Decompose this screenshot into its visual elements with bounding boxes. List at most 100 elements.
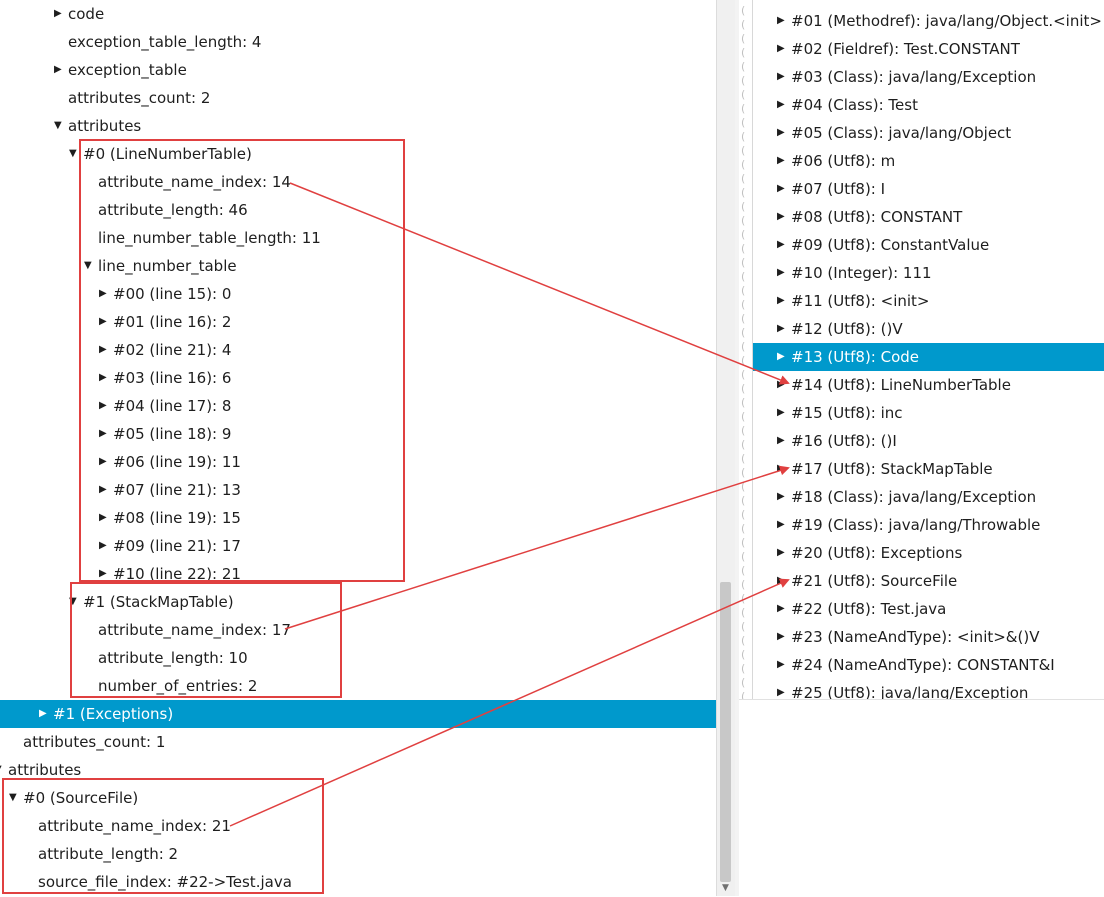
collapsed-arrow-icon[interactable]: ▶ [777,259,791,287]
tree-node[interactable]: ▼attributes [0,756,716,784]
tree-node[interactable]: attributes_count: 1 [0,728,716,756]
collapsed-arrow-icon[interactable]: ▶ [99,280,113,308]
tree-node[interactable]: ▼ #0 (SourceFile) [0,784,716,812]
tree-node[interactable]: ▶ exception_table [0,56,716,84]
tree-node[interactable]: attribute_length: 46 [0,196,716,224]
tree-node[interactable]: ▶ #08 (line 19): 15 [0,504,716,532]
constant-pool-entry[interactable]: ▶ #11 (Utf8): <init> [753,287,1104,315]
collapsed-arrow-icon[interactable]: ▶ [777,203,791,231]
collapsed-arrow-icon[interactable]: ▶ [777,567,791,595]
tree-node[interactable]: ▶ #03 (line 16): 6 [0,364,716,392]
collapsed-arrow-icon[interactable]: ▶ [99,448,113,476]
constant-pool-entry[interactable]: ▶ #22 (Utf8): Test.java [753,595,1104,623]
constant-pool-entry[interactable]: ▶ #16 (Utf8): ()I [753,427,1104,455]
tree-node[interactable]: ▶ #01 (line 16): 2 [0,308,716,336]
collapsed-arrow-icon[interactable]: ▶ [777,371,791,399]
constant-pool-entry[interactable]: ▶ #09 (Utf8): ConstantValue [753,231,1104,259]
tree-node[interactable]: exception_table_length: 4 [0,28,716,56]
tree-node[interactable]: attributes_count: 2 [0,84,716,112]
tree-node[interactable]: line_number_table_length: 11 [0,224,716,252]
collapsed-arrow-icon[interactable]: ▶ [777,511,791,539]
collapsed-arrow-icon[interactable]: ▶ [777,175,791,203]
constant-pool-entry[interactable]: ▶ #06 (Utf8): m [753,147,1104,175]
constant-pool-entry[interactable]: ▶ #05 (Class): java/lang/Object [753,119,1104,147]
constant-pool-entry[interactable]: ▶ #15 (Utf8): inc [753,399,1104,427]
collapsed-arrow-icon[interactable]: ▶ [99,308,113,336]
collapsed-arrow-icon[interactable]: ▶ [777,427,791,455]
collapsed-arrow-icon[interactable]: ▶ [99,420,113,448]
collapsed-arrow-icon[interactable]: ▶ [777,7,791,35]
collapsed-arrow-icon[interactable]: ▶ [777,63,791,91]
collapsed-arrow-icon[interactable]: ▶ [777,91,791,119]
expanded-arrow-icon[interactable]: ▼ [69,140,83,168]
constant-pool-entry[interactable]: ▶ #08 (Utf8): CONSTANT [753,203,1104,231]
tree-node[interactable]: ▼ #0 (LineNumberTable) [0,140,716,168]
collapsed-arrow-icon[interactable]: ▶ [99,364,113,392]
constant-pool-entry[interactable]: ▶ #04 (Class): Test [753,91,1104,119]
tree-node[interactable]: ▶ #06 (line 19): 11 [0,448,716,476]
tree-scrollbar[interactable]: ▼ [716,0,736,896]
collapsed-arrow-icon[interactable]: ▶ [777,315,791,343]
tree-node[interactable]: attribute_name_index: 14 [0,168,716,196]
expanded-arrow-icon[interactable]: ▼ [9,784,23,812]
constant-pool-entry[interactable]: ▶ #10 (Integer): 111 [753,259,1104,287]
collapsed-arrow-icon[interactable]: ▶ [777,651,791,679]
tree-node[interactable]: ▶ #00 (line 15): 0 [0,280,716,308]
collapsed-arrow-icon[interactable]: ▶ [99,476,113,504]
tree-node[interactable]: attribute_length: 2 [0,840,716,868]
constant-pool-entry[interactable]: ▶ #07 (Utf8): I [753,175,1104,203]
expanded-arrow-icon[interactable]: ▼ [0,756,8,784]
collapsed-arrow-icon[interactable]: ▶ [54,0,68,28]
constant-pool-entry[interactable]: ▶ #23 (NameAndType): <init>&()V [753,623,1104,651]
constant-pool-entry[interactable]: ▶ #17 (Utf8): StackMapTable [753,455,1104,483]
constant-pool-entry[interactable]: ▶ #20 (Utf8): Exceptions [753,539,1104,567]
constant-pool-entry[interactable]: ▶ #24 (NameAndType): CONSTANT&I [753,651,1104,679]
attribute-tree-pane[interactable]: ▶ code exception_table_length: 4 ▶ exception… [0,0,716,896]
collapsed-arrow-icon[interactable]: ▶ [777,595,791,623]
constant-pool-entry[interactable]: ▶ #13 (Utf8): Code [753,343,1104,371]
collapsed-arrow-icon[interactable]: ▶ [777,119,791,147]
tree-node[interactable]: ▶ #1 (Exceptions) [0,700,716,728]
tree-node[interactable]: number_of_entries: 2 [0,672,716,700]
tree-node[interactable]: ▼attributes [0,112,716,140]
tree-node[interactable]: source_file_index: #22->Test.java [0,868,716,896]
constant-pool-entry[interactable]: ▶ #12 (Utf8): ()V [753,315,1104,343]
collapsed-arrow-icon[interactable]: ▶ [777,35,791,63]
expanded-arrow-icon[interactable]: ▼ [54,112,68,140]
tree-node[interactable]: ▶ #04 (line 17): 8 [0,392,716,420]
collapsed-arrow-icon[interactable]: ▶ [99,560,113,588]
collapsed-arrow-icon[interactable]: ▶ [54,56,68,84]
collapsed-arrow-icon[interactable]: ▶ [777,287,791,315]
expanded-arrow-icon[interactable]: ▼ [84,252,98,280]
tree-node[interactable]: attribute_name_index: 17 [0,616,716,644]
constant-pool-entry[interactable]: ▶ #14 (Utf8): LineNumberTable [753,371,1104,399]
expanded-arrow-icon[interactable]: ▼ [69,588,83,616]
constant-pool-entry[interactable]: ▶ #02 (Fieldref): Test.CONSTANT [753,35,1104,63]
collapsed-arrow-icon[interactable]: ▶ [777,147,791,175]
collapsed-arrow-icon[interactable]: ▶ [777,231,791,259]
collapsed-arrow-icon[interactable]: ▶ [39,700,53,728]
tree-node[interactable]: ▼ line_number_table [0,252,716,280]
tree-node[interactable]: ▶ #10 (line 22): 21 [0,560,716,588]
constant-pool-entry[interactable]: ▶ #03 (Class): java/lang/Exception [753,63,1104,91]
constant-pool-entry[interactable]: ▶ #01 (Methodref): java/lang/Object.<init… [753,7,1104,35]
constant-pool-entry[interactable]: ▶ #18 (Class): java/lang/Exception [753,483,1104,511]
tree-node[interactable]: ▶ code [0,0,716,28]
constant-pool-entry[interactable]: ▶ #19 (Class): java/lang/Throwable [753,511,1104,539]
tree-node[interactable]: ▶ #09 (line 21): 17 [0,532,716,560]
collapsed-arrow-icon[interactable]: ▶ [777,455,791,483]
tree-node[interactable]: ▶ #07 (line 21): 13 [0,476,716,504]
collapsed-arrow-icon[interactable]: ▶ [777,343,791,371]
collapsed-arrow-icon[interactable]: ▶ [777,399,791,427]
collapsed-arrow-icon[interactable]: ▶ [99,392,113,420]
collapsed-arrow-icon[interactable]: ▶ [777,623,791,651]
collapsed-arrow-icon[interactable]: ▶ [777,483,791,511]
constant-pool-entry[interactable]: ▶ #21 (Utf8): SourceFile [753,567,1104,595]
scroll-down-icon[interactable]: ▼ [720,883,731,894]
collapsed-arrow-icon[interactable]: ▶ [99,532,113,560]
tree-node[interactable]: ▶ #05 (line 18): 9 [0,420,716,448]
collapsed-arrow-icon[interactable]: ▶ [99,504,113,532]
collapsed-arrow-icon[interactable]: ▶ [777,539,791,567]
scrollbar-thumb[interactable] [720,582,731,882]
tree-node[interactable]: ▼ #1 (StackMapTable) [0,588,716,616]
